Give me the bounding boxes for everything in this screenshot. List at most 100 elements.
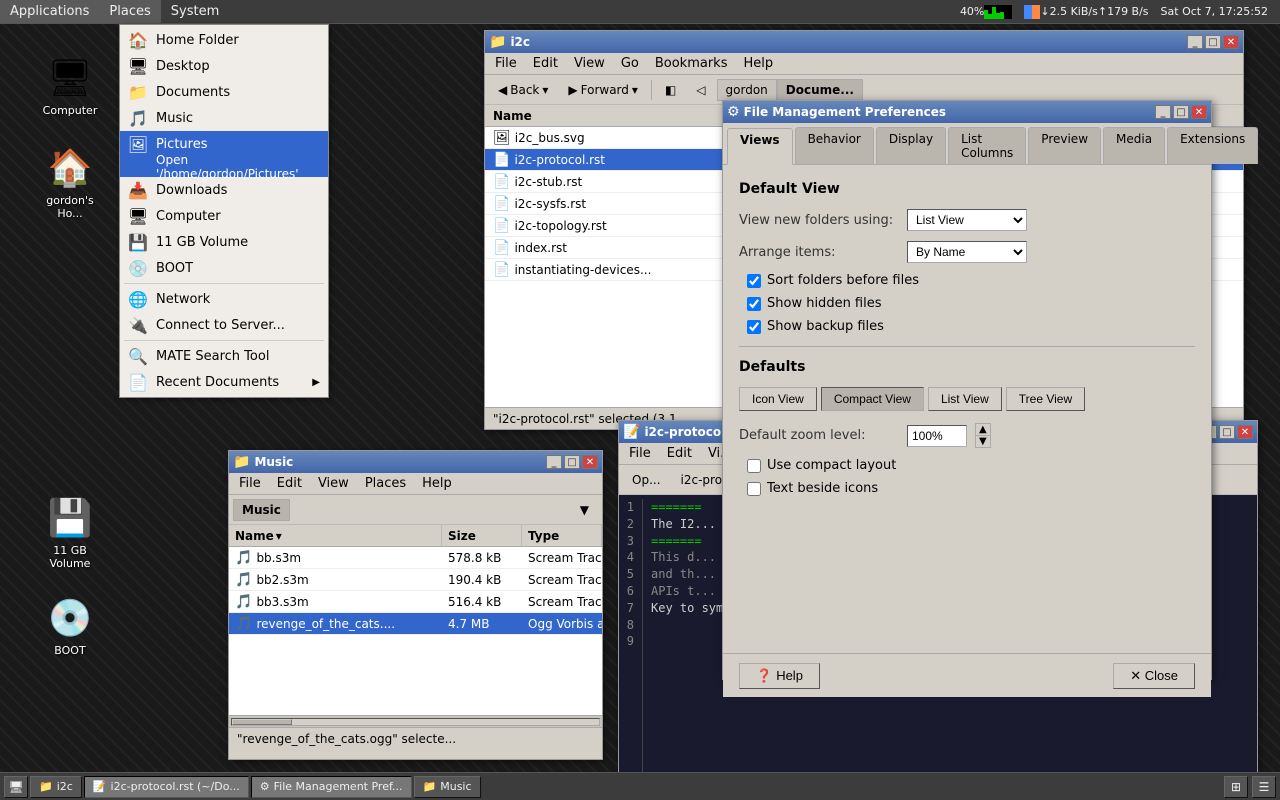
taskbar-task-i2c[interactable]: 📁 i2c [30, 776, 82, 798]
text-beside-icons-label[interactable]: Text beside icons [767, 481, 878, 496]
sort-folders-label[interactable]: Sort folders before files [767, 273, 919, 288]
menu-desktop[interactable]: 🖥 Desktop [120, 53, 328, 79]
desktop-icon-11gb[interactable]: 💾 11 GB Volume [30, 490, 110, 574]
fm-menu-view[interactable]: View [566, 54, 613, 73]
taskbar-task-protocol[interactable]: 📝 i2c-protocol.rst (~∕Do... [84, 776, 249, 798]
music-menu-edit[interactable]: Edit [269, 474, 310, 493]
text-beside-icons-checkbox[interactable] [747, 482, 761, 496]
fm-minimize-btn[interactable]: _ [1187, 35, 1203, 49]
prefs-minimize-btn[interactable]: _ [1155, 105, 1171, 119]
tab-views[interactable]: Views [727, 128, 793, 165]
menu-music[interactable]: 🎵 Music [120, 105, 328, 131]
music-col-type[interactable]: Type [522, 525, 602, 546]
music-file-row[interactable]: 🎵 bb.s3m 578.8 kB Scream Tracke [229, 547, 602, 569]
menu-boot[interactable]: 💿 BOOT [120, 255, 328, 281]
music-minimize-btn[interactable]: _ [546, 455, 562, 469]
music-title-text: Music [254, 455, 546, 469]
menu-network[interactable]: 🌐 Network [120, 286, 328, 312]
tab-behavior[interactable]: Behavior [795, 127, 874, 164]
fm-menu-file[interactable]: File [487, 54, 525, 73]
sort-folders-checkbox[interactable] [747, 274, 761, 288]
music-scrollbar[interactable] [229, 715, 602, 727]
music-maximize-btn[interactable]: □ [564, 455, 580, 469]
menu-connect[interactable]: 🔌 Connect to Server... [120, 312, 328, 338]
music-breadcrumb-music[interactable]: Music [233, 499, 290, 521]
tab-media[interactable]: Media [1103, 127, 1165, 164]
desktop-icon-boot[interactable]: 💿 BOOT [30, 590, 110, 661]
music-menu-file[interactable]: File [231, 474, 269, 493]
editor-maximize-btn[interactable]: □ [1219, 425, 1235, 439]
fm-menu-bookmarks[interactable]: Bookmarks [647, 54, 736, 73]
music-menu-view[interactable]: View [310, 474, 357, 493]
menu-11gb[interactable]: 💾 11 GB Volume [120, 229, 328, 255]
menu-home-folder[interactable]: 🏠 Home Folder [120, 27, 328, 53]
prefs-close-btn[interactable]: ✕ Close [1113, 663, 1195, 689]
icon-view-btn[interactable]: Icon View [739, 387, 817, 411]
zoom-input[interactable] [907, 425, 967, 447]
music-col-size[interactable]: Size [442, 525, 522, 546]
fm-menu-help[interactable]: Help [735, 54, 781, 73]
music-menu-places[interactable]: Places [357, 474, 414, 493]
menu-system[interactable]: System [161, 0, 229, 23]
zoom-down-btn[interactable]: ▼ [976, 436, 990, 447]
prefs-help-btn[interactable]: ❓ Help [739, 663, 820, 689]
show-hidden-checkbox[interactable] [747, 297, 761, 311]
show-backup-checkbox[interactable] [747, 320, 761, 334]
editor-menu-file[interactable]: File [621, 444, 659, 463]
desktop-icon-home[interactable]: 🏠 gordon's Ho... [30, 140, 110, 224]
fm-close-btn[interactable]: ✕ [1223, 35, 1239, 49]
fm-nav-toggle[interactable]: ◁ [687, 78, 714, 102]
music-col-name[interactable]: Name ▾ [229, 525, 442, 546]
show-hidden-label[interactable]: Show hidden files [767, 296, 882, 311]
editor-menu-edit[interactable]: Edit [659, 444, 700, 463]
editor-close-btn[interactable]: ✕ [1237, 425, 1253, 439]
taskbar-list-btn[interactable]: ☰ [1252, 776, 1276, 798]
zoom-up-btn[interactable]: ▲ [976, 424, 990, 436]
taskbar-task-music[interactable]: 📁 Music [414, 776, 481, 798]
music-location-icon[interactable]: ▼ [571, 498, 598, 522]
list-view-btn[interactable]: List View [928, 387, 1002, 411]
tab-preview[interactable]: Preview [1028, 127, 1101, 164]
desktop-icon-computer[interactable]: 🖥 Computer [30, 50, 110, 121]
show-backup-label[interactable]: Show backup files [767, 319, 884, 334]
menu-documents[interactable]: 📁 Documents [120, 79, 328, 105]
fm-back-btn[interactable]: ◀ Back ▾ [489, 78, 557, 102]
music-file-list[interactable]: Name ▾ Size Type 🎵 bb.s3m 578.8 kB Screa… [229, 525, 602, 715]
scrollbar-thumb[interactable] [232, 719, 292, 725]
music-menu-help[interactable]: Help [414, 474, 460, 493]
view-new-folders-select[interactable]: List View [907, 209, 1027, 231]
taskbar-grid-btn[interactable]: ⊞ [1224, 776, 1248, 798]
fm-maximize-btn[interactable]: □ [1205, 35, 1221, 49]
compact-layout-label[interactable]: Use compact layout [767, 458, 896, 473]
music-file-row[interactable]: 🎵 bb2.s3m 190.4 kB Scream Tracke [229, 569, 602, 591]
fm-toggle-btn[interactable]: ◧ [656, 78, 685, 102]
taskbar-desktop-btn[interactable]: 🖥 [4, 776, 28, 798]
breadcrumb-gordon[interactable]: gordon [717, 79, 777, 101]
fm-menu-edit[interactable]: Edit [525, 54, 566, 73]
menu-computer[interactable]: 🖥 Computer [120, 203, 328, 229]
music-file-row[interactable]: 🎵 revenge_of_the_cats.... 4.7 MB Ogg Vor… [229, 613, 602, 635]
compact-layout-checkbox[interactable] [747, 459, 761, 473]
breadcrumb-documents[interactable]: Docume... [777, 79, 863, 101]
prefs-close-btn[interactable]: ✕ [1191, 105, 1207, 119]
menu-applications[interactable]: Applications [0, 0, 99, 23]
boot-label: BOOT [54, 644, 85, 657]
zoom-spinner[interactable]: ▲ ▼ [975, 423, 991, 448]
tab-list-columns[interactable]: List Columns [948, 127, 1026, 164]
compact-view-btn[interactable]: Compact View [821, 387, 924, 411]
scrollbar-track[interactable] [231, 718, 600, 726]
taskbar-task-prefs[interactable]: ⚙ File Management Pref... [251, 776, 412, 798]
tab-display[interactable]: Display [876, 127, 946, 164]
tab-extensions[interactable]: Extensions [1167, 127, 1258, 164]
menu-places[interactable]: Places [99, 0, 160, 23]
arrange-items-select[interactable]: By Name [907, 241, 1027, 263]
music-close-btn[interactable]: ✕ [582, 455, 598, 469]
prefs-maximize-btn[interactable]: □ [1173, 105, 1189, 119]
menu-mate-search[interactable]: 🔍 MATE Search Tool [120, 343, 328, 369]
music-file-row[interactable]: 🎵 bb3.s3m 516.4 kB Scream Tracke [229, 591, 602, 613]
tree-view-btn[interactable]: Tree View [1006, 387, 1085, 411]
menu-recent-docs[interactable]: 📄 Recent Documents ▶ [120, 369, 328, 395]
fm-forward-btn[interactable]: ▶ Forward ▾ [559, 78, 647, 102]
editor-open-btn[interactable]: Op... [623, 468, 670, 492]
fm-menu-go[interactable]: Go [613, 54, 647, 73]
